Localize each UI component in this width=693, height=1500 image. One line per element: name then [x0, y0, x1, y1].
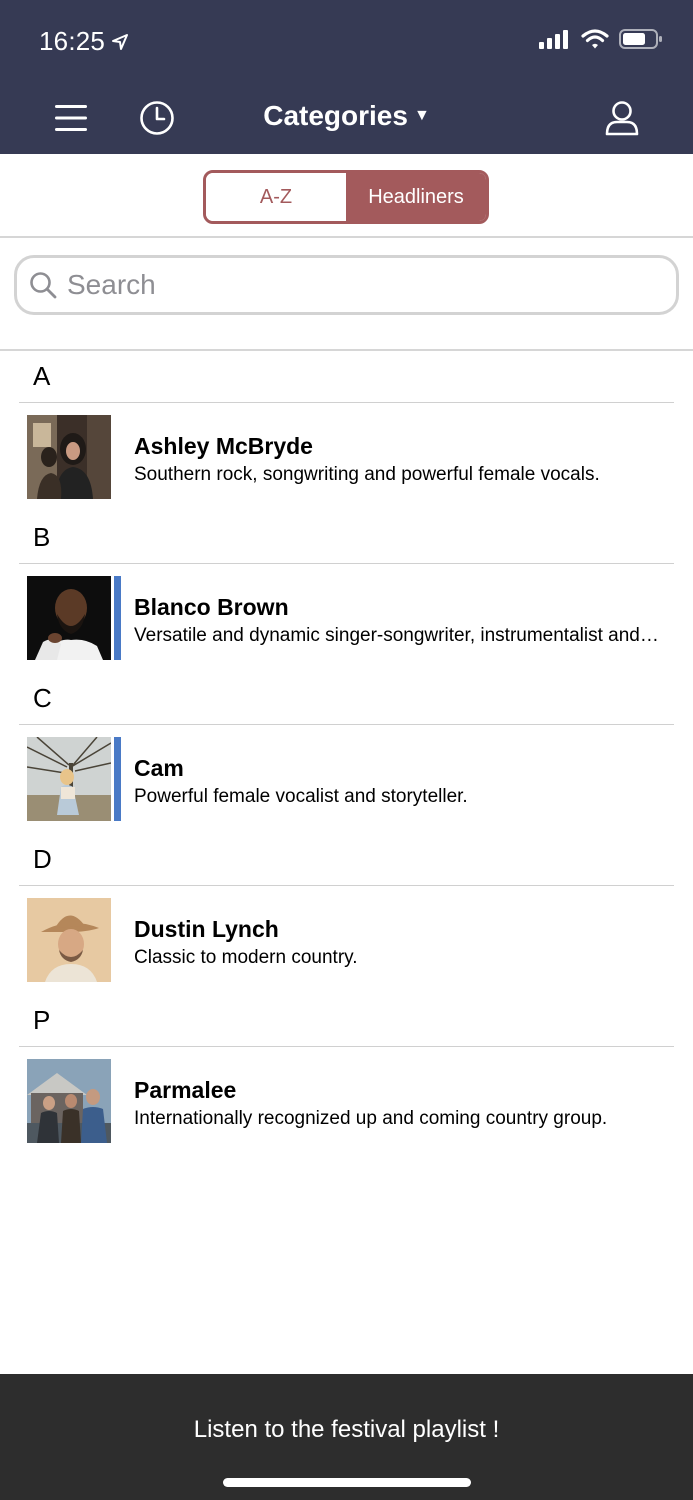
artist-description: Southern rock, songwriting and powerful … — [134, 464, 600, 485]
artist-row[interactable]: Dustin Lynch Classic to modern country. — [0, 886, 693, 995]
artist-name: Cam — [134, 755, 184, 781]
location-arrow-icon — [112, 33, 129, 50]
section-a: A Ashley McBryde Southern rock, songwrit… — [0, 351, 693, 512]
artist-info: Blanco Brown Versatile and dynamic singe… — [134, 594, 674, 647]
artist-name: Parmalee — [134, 1077, 237, 1103]
artist-info: Cam Powerful female vocalist and storyte… — [134, 755, 674, 808]
playlist-link[interactable]: Listen to the festival playlist ! — [0, 1416, 693, 1444]
section-p: P Parmalee Internationally recognized up… — [0, 995, 693, 1156]
artist-row[interactable]: Ashley McBryde Southern rock, songwritin… — [0, 403, 693, 512]
artist-list: A Ashley McBryde Southern rock, songwrit… — [0, 351, 693, 1156]
divider — [0, 236, 693, 238]
wifi-icon — [581, 29, 609, 49]
cellular-signal-icon — [539, 30, 568, 49]
headliner-indicator — [114, 576, 121, 660]
user-profile-icon — [605, 101, 639, 136]
artist-name: Dustin Lynch — [134, 916, 279, 942]
profile-button[interactable] — [602, 98, 642, 138]
section-c: C Cam Powerful female vocalist and story… — [0, 673, 693, 834]
artist-description: Internationally recognized up and coming… — [134, 1108, 608, 1129]
search-bar — [14, 255, 679, 315]
section-header: B — [19, 512, 674, 564]
battery-icon — [619, 29, 662, 49]
artist-row[interactable]: Parmalee Internationally recognized up a… — [0, 1047, 693, 1156]
status-time-label: 16:25 — [39, 26, 106, 56]
artist-row[interactable]: Blanco Brown Versatile and dynamic singe… — [0, 564, 693, 673]
artist-photo — [27, 898, 111, 982]
artist-description: Versatile and dynamic singer-songwriter,… — [134, 625, 660, 646]
section-header: D — [19, 834, 674, 886]
status-time: 16:25 — [39, 26, 129, 57]
artist-photo — [27, 576, 111, 660]
section-b: B Blanco Brown Versatile and dynamic sin… — [0, 512, 693, 673]
tab-headliners[interactable]: Headliners — [346, 173, 486, 221]
headliner-indicator — [114, 737, 121, 821]
artist-info: Dustin Lynch Classic to modern country. — [134, 916, 674, 969]
nav-row: Categories ▼ — [0, 92, 693, 144]
artist-photo — [27, 415, 111, 499]
home-indicator — [223, 1478, 471, 1487]
chevron-down-icon: ▼ — [413, 107, 430, 124]
playlist-bar[interactable]: Listen to the festival playlist ! — [0, 1374, 693, 1500]
artist-name: Ashley McBryde — [134, 433, 313, 459]
status-indicators — [539, 28, 663, 50]
artist-description: Classic to modern country. — [134, 947, 358, 968]
artist-name: Blanco Brown — [134, 594, 289, 620]
section-header: P — [19, 995, 674, 1047]
section-header: A — [19, 351, 674, 403]
artist-description: Powerful female vocalist and storyteller… — [134, 786, 468, 807]
categories-dropdown[interactable]: Categories ▼ — [0, 100, 693, 132]
page-title: Categories — [263, 100, 408, 131]
artist-photo — [27, 1059, 111, 1143]
search-icon — [30, 272, 57, 299]
artist-row[interactable]: Cam Powerful female vocalist and storyte… — [0, 725, 693, 834]
sort-segmented-control: A-Z Headliners — [203, 170, 489, 224]
search-input[interactable] — [67, 269, 627, 301]
artist-info: Ashley McBryde Southern rock, songwritin… — [134, 433, 674, 486]
artist-photo — [27, 737, 111, 821]
section-d: D Dustin Lynch Classic to modern country… — [0, 834, 693, 995]
tab-a-z[interactable]: A-Z — [206, 173, 346, 221]
section-header: C — [19, 673, 674, 725]
top-header: 16:25 Categories ▼ — [0, 0, 693, 154]
artist-info: Parmalee Internationally recognized up a… — [134, 1077, 674, 1130]
